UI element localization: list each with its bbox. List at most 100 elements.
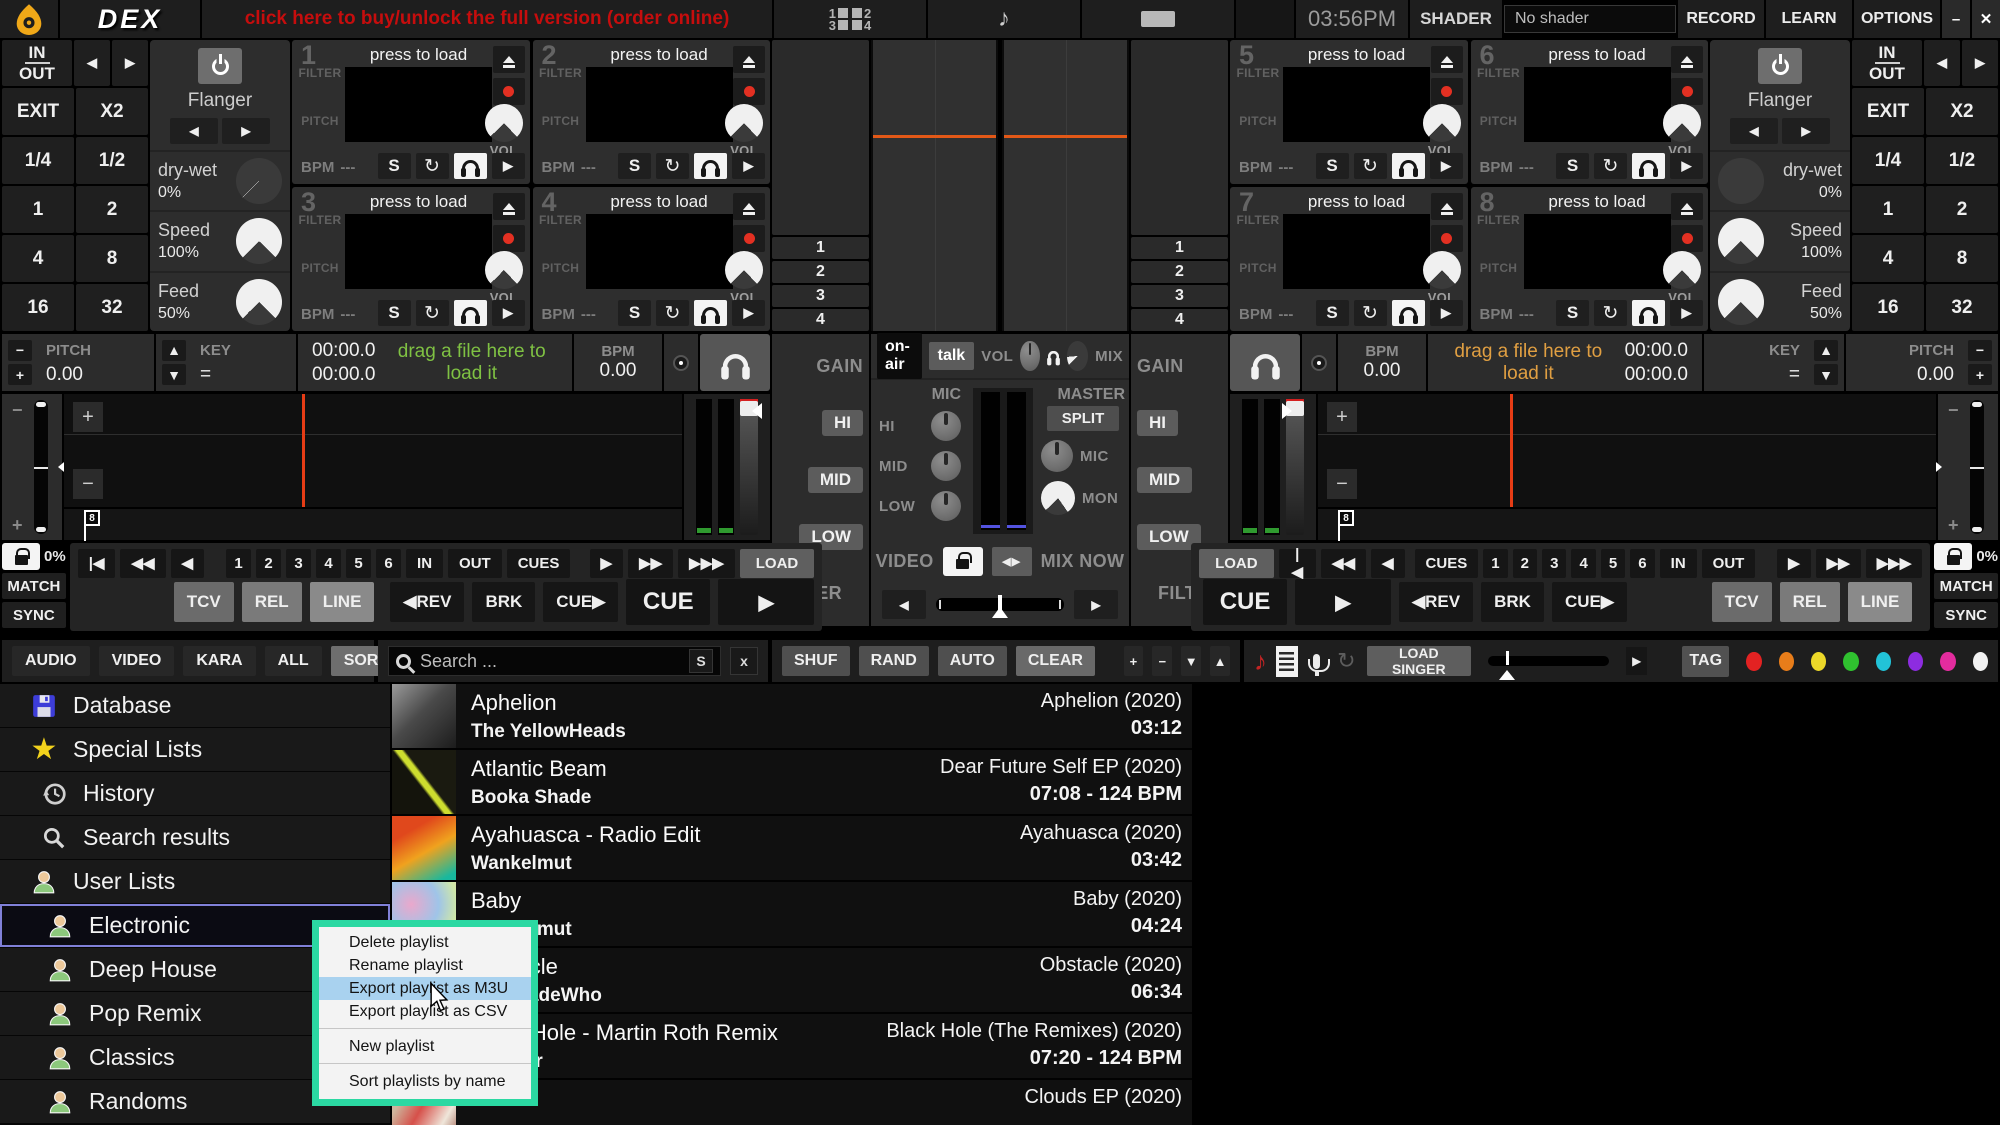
deck-filter-knob[interactable]: FILTER	[1477, 212, 1521, 227]
pitch-fader[interactable]	[1970, 400, 1984, 534]
waveform-overview[interactable]: 8	[1318, 509, 1936, 540]
context-menu-item[interactable]: Delete playlist	[319, 931, 531, 954]
cue-number-button[interactable]: 6	[1630, 549, 1654, 578]
autoplay-button[interactable]: AUTO	[938, 646, 1007, 676]
eq-hi-kill-button[interactable]: HI	[822, 410, 863, 436]
load-button[interactable]: LOAD	[740, 549, 815, 578]
bpm-tap-button[interactable]	[664, 334, 698, 391]
cue-button[interactable]: CUE	[1203, 579, 1287, 625]
deck-volume-knob[interactable]: VOL	[1419, 251, 1465, 305]
rewind-button[interactable]: ◀◀	[120, 549, 165, 578]
deck-volume-knob[interactable]: VOL	[721, 104, 767, 158]
deck-screen[interactable]	[586, 214, 733, 289]
list-order-button[interactable]: −	[1152, 646, 1172, 676]
video-lock-button[interactable]	[943, 547, 983, 576]
eq-hi-knob[interactable]	[1186, 403, 1222, 443]
deck-stutter-button[interactable]: S	[1316, 153, 1349, 179]
crossfader[interactable]	[936, 598, 1064, 611]
eq-mid-kill-button[interactable]: MID	[808, 467, 863, 493]
context-menu-item[interactable]: New playlist	[319, 1028, 531, 1058]
hotcue-pad-button[interactable]: 3	[1131, 285, 1228, 307]
fx-next-button[interactable]: ▶	[1782, 118, 1830, 144]
color-tag-button[interactable]	[1973, 652, 1988, 671]
deck-filter-knob[interactable]: FILTER	[539, 212, 583, 227]
color-tag-button[interactable]	[1779, 652, 1794, 671]
list-order-button[interactable]: ▼	[1181, 646, 1201, 676]
deck-load-text[interactable]: press to load	[1524, 45, 1671, 65]
key-up-button[interactable]: ▲	[162, 340, 186, 361]
cue-in-button[interactable]: IN	[1660, 549, 1697, 578]
deck-play-button[interactable]: ▶	[1670, 153, 1703, 179]
deck-play-button[interactable]: ▶	[732, 153, 765, 179]
deck-filter-knob[interactable]: FILTER	[539, 65, 583, 80]
deck-loop-button[interactable]: ↻	[416, 300, 449, 326]
loop-length-button[interactable]: 16	[1852, 284, 1924, 331]
media-filter-button[interactable]: VIDEO	[99, 646, 175, 676]
cue-number-button[interactable]: 3	[286, 549, 311, 578]
deck-volume-knob[interactable]: VOL	[1659, 104, 1705, 158]
sidebar-item[interactable]: ★ User Lists	[0, 860, 390, 903]
brake-button[interactable]: BRK	[1481, 582, 1544, 622]
waveform-overview[interactable]: 8	[64, 509, 682, 540]
slider-handle[interactable]	[1506, 651, 1509, 665]
deck-pitch-knob[interactable]: PITCH	[298, 113, 342, 128]
color-tag-button[interactable]	[1843, 652, 1858, 671]
track-display[interactable]: 00:00.000:00.0 drag a file here to load …	[298, 334, 572, 391]
mic-mid-knob[interactable]	[931, 451, 961, 481]
filter-knob[interactable]	[1137, 574, 1150, 614]
waveform-display[interactable]: + −	[1318, 394, 1936, 507]
deck-loop-button[interactable]: ↻	[416, 153, 449, 179]
key-down-button[interactable]: ▼	[1814, 364, 1838, 385]
record-dot-button[interactable]	[1671, 78, 1703, 105]
loop-length-button[interactable]: 8	[1926, 235, 1998, 282]
deck-loop-button[interactable]: ↻	[1354, 153, 1387, 179]
deck-filter-knob[interactable]: FILTER	[1236, 212, 1280, 227]
mic-hi-knob[interactable]	[931, 411, 961, 441]
deck-screen[interactable]	[345, 67, 492, 142]
loop-length-button[interactable]: 4	[1852, 235, 1924, 282]
eq-mid-kill-button[interactable]: MID	[1137, 467, 1192, 493]
loop-length-button[interactable]: 16	[2, 284, 74, 331]
deck-filter-knob[interactable]: FILTER	[1477, 65, 1521, 80]
eject-button[interactable]	[493, 193, 525, 220]
hotcue-pad-button[interactable]: 1	[772, 237, 869, 259]
cue-number-button[interactable]: 2	[256, 549, 281, 578]
eject-button[interactable]	[493, 46, 525, 73]
deck-stutter-button[interactable]: S	[378, 153, 411, 179]
media-filter-button[interactable]: ALL	[265, 646, 322, 676]
deck-volume-knob[interactable]: VOL	[1419, 104, 1465, 158]
fx-prev-button[interactable]: ◀	[1730, 118, 1778, 144]
line-button[interactable]: LINE	[310, 582, 375, 622]
deck-stutter-button[interactable]: S	[618, 300, 651, 326]
hotcue-pad-button[interactable]: 1	[1131, 237, 1228, 259]
record-dot-button[interactable]	[1431, 78, 1463, 105]
skip-start-button[interactable]: |◀	[1279, 549, 1316, 578]
deck-loop-button[interactable]: ↻	[1354, 300, 1387, 326]
skip-end-button[interactable]: ▶▶▶	[678, 549, 735, 578]
deck-pitch-knob[interactable]: PITCH	[1477, 260, 1521, 275]
match-button[interactable]: MATCH	[1934, 573, 1998, 599]
cue-number-button[interactable]: 2	[1513, 549, 1537, 578]
eject-button[interactable]	[1671, 193, 1703, 220]
record-dot-button[interactable]	[733, 225, 765, 252]
context-menu-item[interactable]: Sort playlists by name	[319, 1063, 531, 1093]
load-singer-button[interactable]: LOAD SINGER	[1367, 646, 1472, 676]
record-dot-button[interactable]	[1671, 225, 1703, 252]
record-dot-button[interactable]	[493, 78, 525, 105]
deck-load-text[interactable]: press to load	[1524, 192, 1671, 212]
deck-filter-knob[interactable]: FILTER	[1236, 65, 1280, 80]
deck-play-button[interactable]: ▶	[1430, 153, 1463, 179]
loop-length-button[interactable]: 32	[1926, 284, 1998, 331]
cue-button[interactable]: CUE	[626, 579, 710, 625]
play-button[interactable]: ▶	[1295, 579, 1391, 625]
deck-stutter-button[interactable]: S	[1316, 300, 1349, 326]
hotcue-pad-button[interactable]: 4	[772, 309, 869, 331]
deck-screen[interactable]	[1524, 214, 1671, 289]
deck-load-text[interactable]: press to load	[345, 192, 492, 212]
color-tag-button[interactable]	[1746, 652, 1761, 671]
filter-knob[interactable]	[850, 574, 863, 614]
gain-knob[interactable]	[1192, 346, 1222, 386]
video-window-button[interactable]	[1082, 0, 1234, 38]
sidebar-item[interactable]: ★ Database	[0, 684, 390, 727]
on-air-button[interactable]: on-air	[877, 333, 922, 379]
